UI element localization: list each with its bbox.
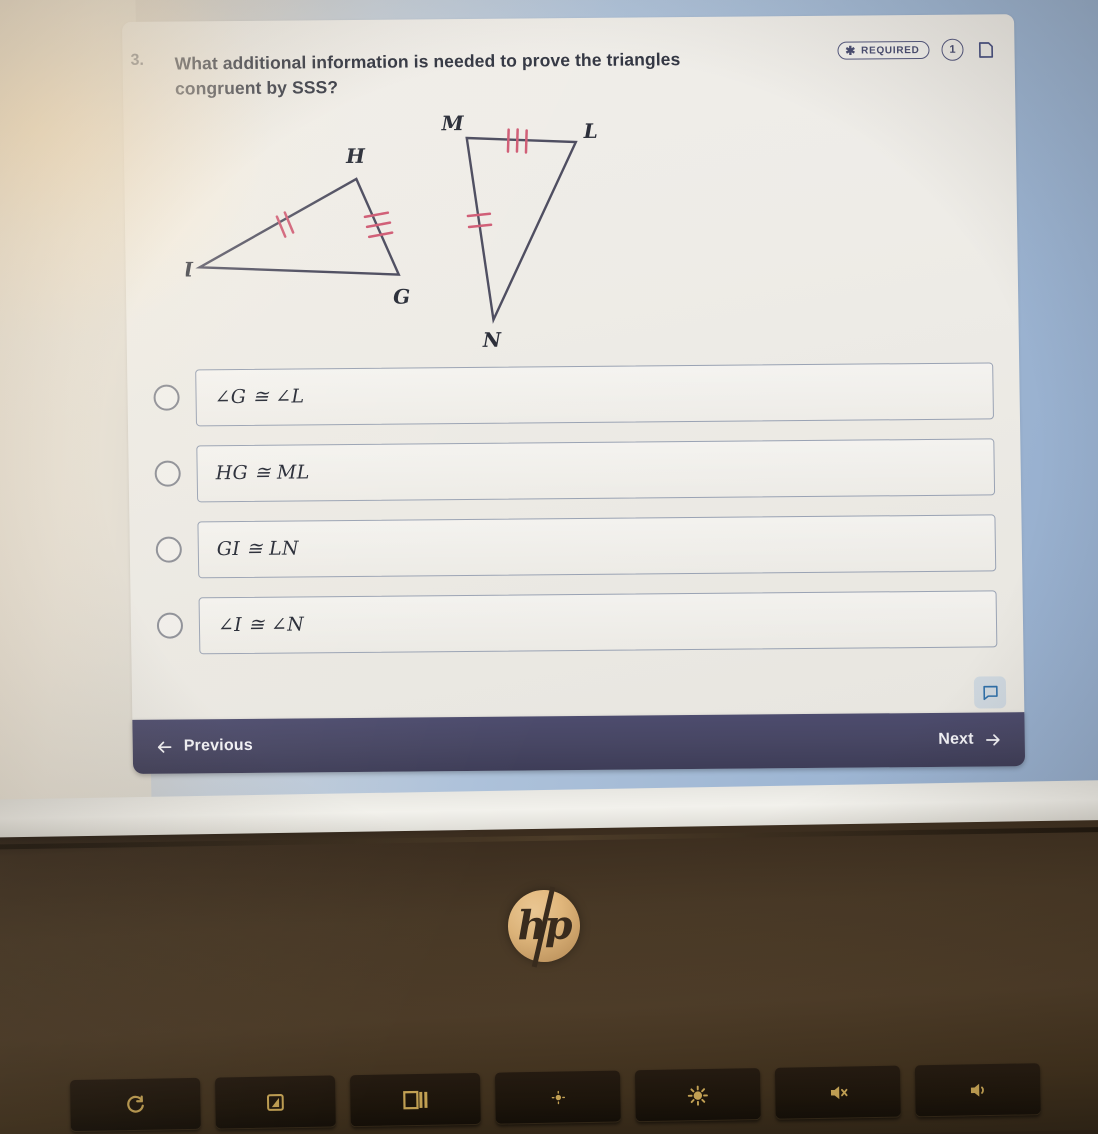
vertex-label-l: L bbox=[582, 119, 597, 143]
answer-options: ∠G ≅ ∠L HG ≅ ML GI ≅ LN ∠I ≅ ∠N bbox=[127, 350, 1023, 655]
photo-scene: 3. What additional information is needed… bbox=[0, 0, 1098, 1134]
quiz-navigation-bar: Previous Next bbox=[132, 712, 1026, 774]
required-badge-label: REQUIRED bbox=[861, 44, 920, 57]
vertex-label-n: N bbox=[482, 327, 502, 351]
tick-marks-hg bbox=[363, 211, 394, 238]
question-card: 3. What additional information is needed… bbox=[122, 14, 1025, 722]
refresh-icon bbox=[127, 1095, 144, 1113]
option-box-a[interactable]: ∠G ≅ ∠L bbox=[195, 362, 994, 427]
volume-down-key[interactable] bbox=[914, 1063, 1041, 1118]
arrow-right-icon bbox=[986, 733, 1000, 746]
option-row-c[interactable]: GI ≅ LN bbox=[145, 514, 997, 579]
question-number: 3. bbox=[130, 51, 145, 69]
small-sun-icon bbox=[551, 1090, 565, 1105]
previous-button[interactable]: Previous bbox=[155, 736, 253, 756]
option-label-b: HG ≅ ML bbox=[215, 461, 310, 485]
vertex-label-i: I bbox=[183, 257, 194, 281]
speaker-icon bbox=[970, 1083, 984, 1097]
option-box-b[interactable]: HG ≅ ML bbox=[196, 438, 996, 503]
vertex-label-m: M bbox=[440, 111, 464, 135]
flag-icon[interactable] bbox=[975, 39, 996, 60]
comment-icon[interactable] bbox=[973, 676, 1007, 709]
brightness-down-key[interactable] bbox=[494, 1070, 621, 1125]
option-label-d: ∠I ≅ ∠N bbox=[217, 613, 305, 637]
option-row-a[interactable]: ∠G ≅ ∠L bbox=[143, 362, 994, 427]
required-badge: ✱ REQUIRED bbox=[837, 40, 930, 60]
display-switch-key[interactable] bbox=[349, 1072, 481, 1128]
quiz-application: 3. What additional information is needed… bbox=[122, 14, 1026, 782]
brightness-key[interactable] bbox=[214, 1075, 336, 1130]
display-icon bbox=[403, 1090, 428, 1110]
refresh-key[interactable] bbox=[69, 1077, 201, 1133]
header-badges: ✱ REQUIRED 1 bbox=[837, 38, 996, 61]
radio-option-b[interactable] bbox=[154, 460, 181, 487]
option-box-d[interactable]: ∠I ≅ ∠N bbox=[198, 590, 998, 655]
hp-logo: hp bbox=[507, 886, 581, 968]
previous-button-label: Previous bbox=[183, 736, 254, 755]
option-label-c: GI ≅ LN bbox=[216, 537, 300, 561]
triangles-diagram: H I G M L N bbox=[183, 111, 598, 352]
brightness-up-key[interactable] bbox=[634, 1068, 761, 1123]
option-row-b[interactable]: HG ≅ ML bbox=[144, 438, 996, 503]
option-row-d[interactable]: ∠I ≅ ∠N bbox=[147, 590, 998, 655]
speaker-mute-icon bbox=[830, 1086, 848, 1100]
question-header: 3. What additional information is needed… bbox=[122, 14, 1015, 107]
half-square-icon bbox=[266, 1094, 284, 1111]
triangle-mln bbox=[465, 136, 578, 324]
radio-option-d[interactable] bbox=[156, 612, 184, 639]
radio-option-c[interactable] bbox=[155, 536, 183, 563]
option-label-a: ∠G ≅ ∠L bbox=[214, 385, 305, 409]
next-button[interactable]: Next bbox=[938, 730, 1003, 750]
vertex-label-h: H bbox=[345, 144, 366, 168]
asterisk-icon: ✱ bbox=[845, 43, 857, 58]
point-count-badge: 1 bbox=[941, 38, 964, 61]
next-button-label: Next bbox=[938, 730, 974, 748]
arrow-left-icon bbox=[157, 741, 172, 753]
triangle-figure: H I G M L N bbox=[123, 105, 1019, 358]
mute-key[interactable] bbox=[774, 1065, 901, 1120]
large-sun-icon bbox=[687, 1085, 708, 1106]
radio-option-a[interactable] bbox=[153, 384, 180, 411]
vertex-label-g: G bbox=[393, 284, 410, 308]
option-box-c[interactable]: GI ≅ LN bbox=[197, 514, 997, 579]
